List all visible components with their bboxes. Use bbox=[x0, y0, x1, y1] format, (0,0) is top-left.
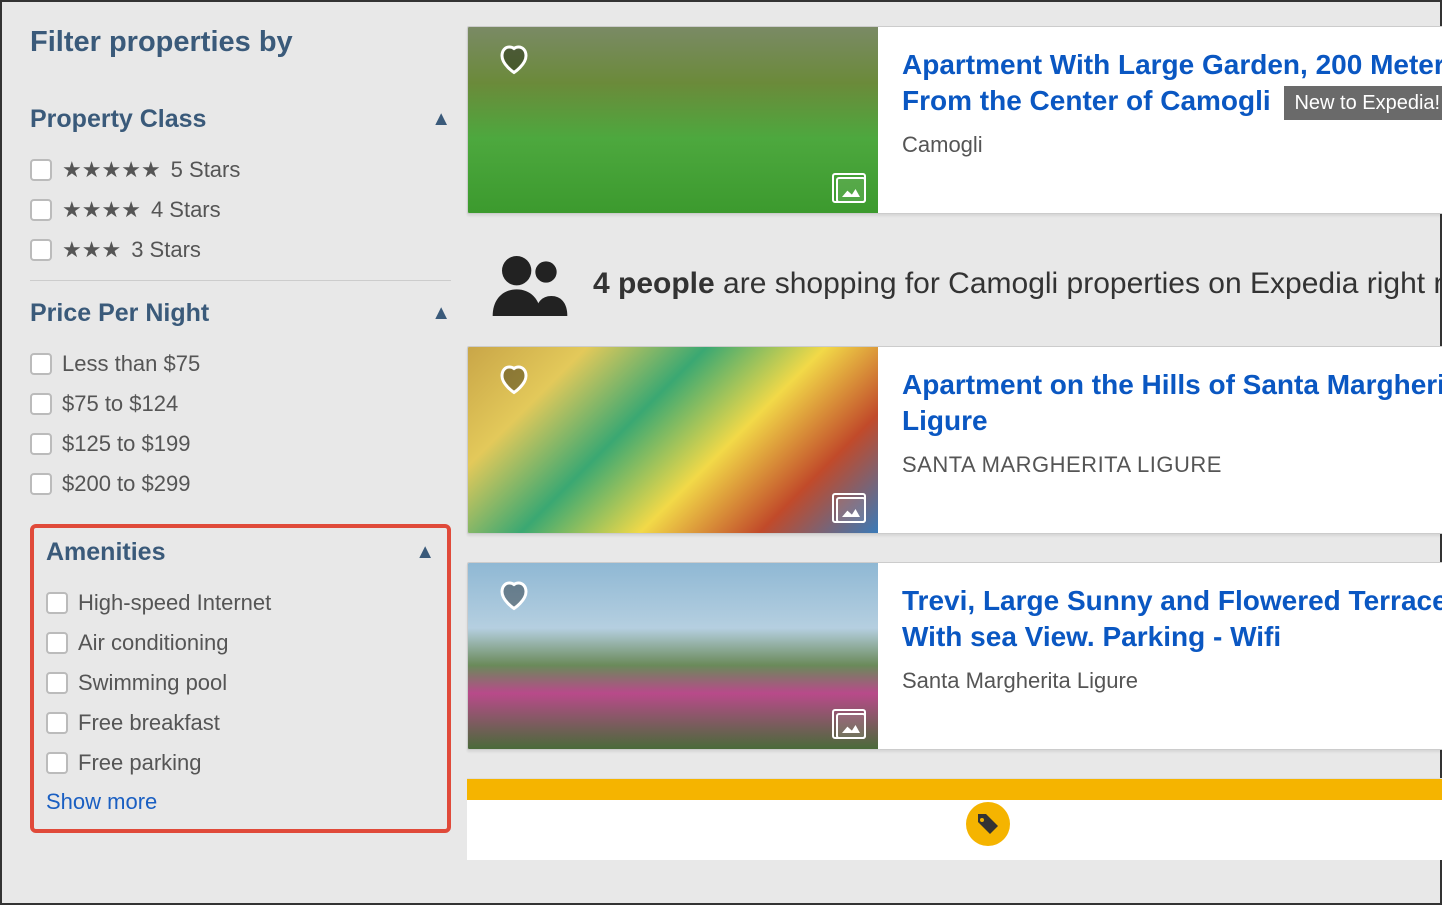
listing-body: Apartment With Large Garden, 200 Meters … bbox=[878, 27, 1442, 213]
price-option[interactable]: $200 to $299 bbox=[30, 464, 451, 504]
filter-heading: Filter properties by bbox=[30, 26, 451, 59]
promo-strip bbox=[467, 778, 1442, 800]
gallery-icon[interactable] bbox=[836, 713, 866, 739]
property-class-title: Property Class bbox=[30, 105, 206, 134]
favorite-heart-icon[interactable] bbox=[496, 577, 532, 618]
checkbox[interactable] bbox=[30, 393, 52, 415]
checkbox[interactable] bbox=[46, 712, 68, 734]
option-label: $75 to $124 bbox=[62, 391, 178, 417]
amenity-option[interactable]: Free breakfast bbox=[46, 703, 435, 743]
listing-title[interactable]: Apartment With Large Garden, 200 Meters … bbox=[902, 47, 1442, 120]
gallery-icon[interactable] bbox=[836, 177, 866, 203]
option-label: Free breakfast bbox=[78, 710, 220, 736]
listing-image[interactable] bbox=[468, 347, 878, 533]
checkbox[interactable] bbox=[46, 752, 68, 774]
shopping-banner: 4 people are shopping for Camogli proper… bbox=[467, 242, 1442, 346]
checkbox[interactable] bbox=[46, 632, 68, 654]
option-label: Less than $75 bbox=[62, 351, 200, 377]
price-tag-icon[interactable] bbox=[966, 802, 1010, 846]
results-main: Apartment With Large Garden, 200 Meters … bbox=[467, 2, 1442, 903]
price-options: Less than $75 $75 to $124 $125 to $199 $… bbox=[30, 344, 451, 504]
price-option[interactable]: Less than $75 bbox=[30, 344, 451, 384]
property-class-option[interactable]: ★★★★ 4 Stars bbox=[30, 190, 451, 230]
option-label: Swimming pool bbox=[78, 670, 227, 696]
listing-card[interactable]: Apartment on the Hills of Santa Margheri… bbox=[467, 346, 1442, 534]
amenity-option[interactable]: Free parking bbox=[46, 743, 435, 783]
star-icon: ★★★★ bbox=[62, 199, 141, 221]
star-icon: ★★★★★ bbox=[62, 159, 161, 181]
checkbox[interactable] bbox=[30, 473, 52, 495]
favorite-heart-icon[interactable] bbox=[496, 361, 532, 402]
listing-title[interactable]: Apartment on the Hills of Santa Margheri… bbox=[902, 367, 1442, 440]
checkbox[interactable] bbox=[30, 433, 52, 455]
checkbox[interactable] bbox=[30, 353, 52, 375]
chevron-up-icon: ▲ bbox=[431, 108, 451, 131]
option-label: $125 to $199 bbox=[62, 431, 190, 457]
option-label: 5 Stars bbox=[171, 157, 241, 183]
amenity-option[interactable]: Swimming pool bbox=[46, 663, 435, 703]
checkbox[interactable] bbox=[30, 239, 52, 261]
favorite-heart-icon[interactable] bbox=[496, 41, 532, 82]
people-icon bbox=[487, 252, 573, 316]
star-icon: ★★★ bbox=[62, 239, 121, 261]
listing-image[interactable] bbox=[468, 27, 878, 213]
price-group: Price Per Night ▲ Less than $75 $75 to $… bbox=[30, 280, 451, 514]
price-option[interactable]: $75 to $124 bbox=[30, 384, 451, 424]
checkbox[interactable] bbox=[30, 199, 52, 221]
amenity-option[interactable]: High-speed Internet bbox=[46, 583, 435, 623]
amenities-options: High-speed Internet Air conditioning Swi… bbox=[46, 583, 435, 783]
property-class-group: Property Class ▲ ★★★★★ 5 Stars ★★★★ 4 St… bbox=[30, 87, 451, 280]
chevron-up-icon: ▲ bbox=[415, 541, 435, 564]
amenity-option[interactable]: Air conditioning bbox=[46, 623, 435, 663]
listing-card[interactable]: Trevi, Large Sunny and Flowered Terrace … bbox=[467, 562, 1442, 750]
checkbox[interactable] bbox=[46, 592, 68, 614]
shopping-text: 4 people are shopping for Camogli proper… bbox=[593, 267, 1442, 301]
checkbox[interactable] bbox=[30, 159, 52, 181]
gallery-icon[interactable] bbox=[836, 497, 866, 523]
checkbox[interactable] bbox=[46, 672, 68, 694]
property-class-options: ★★★★★ 5 Stars ★★★★ 4 Stars ★★★ 3 Stars bbox=[30, 150, 451, 270]
chevron-up-icon: ▲ bbox=[431, 302, 451, 325]
listing-location: Camogli bbox=[902, 132, 1442, 158]
property-class-option[interactable]: ★★★★★ 5 Stars bbox=[30, 150, 451, 190]
show-more-link[interactable]: Show more bbox=[46, 789, 435, 815]
new-badge: New to Expedia! bbox=[1284, 86, 1442, 120]
listing-location: SANTA MARGHERITA LIGURE bbox=[902, 452, 1442, 478]
option-label: High-speed Internet bbox=[78, 590, 271, 616]
option-label: $200 to $299 bbox=[62, 471, 190, 497]
listing-body: Trevi, Large Sunny and Flowered Terrace … bbox=[878, 563, 1442, 749]
promo-body bbox=[467, 800, 1442, 860]
listing-title[interactable]: Trevi, Large Sunny and Flowered Terrace … bbox=[902, 583, 1442, 656]
amenities-header[interactable]: Amenities ▲ bbox=[46, 538, 435, 567]
property-class-header[interactable]: Property Class ▲ bbox=[30, 105, 451, 134]
option-label: 3 Stars bbox=[131, 237, 201, 263]
price-title: Price Per Night bbox=[30, 299, 209, 328]
filter-sidebar: Filter properties by Property Class ▲ ★★… bbox=[2, 2, 467, 903]
listing-image[interactable] bbox=[468, 563, 878, 749]
property-class-option[interactable]: ★★★ 3 Stars bbox=[30, 230, 451, 270]
listing-location: Santa Margherita Ligure bbox=[902, 668, 1442, 694]
option-label: Air conditioning bbox=[78, 630, 228, 656]
price-option[interactable]: $125 to $199 bbox=[30, 424, 451, 464]
listing-card[interactable]: Apartment With Large Garden, 200 Meters … bbox=[467, 26, 1442, 214]
listing-body: Apartment on the Hills of Santa Margheri… bbox=[878, 347, 1442, 533]
amenities-title: Amenities bbox=[46, 538, 165, 567]
option-label: Free parking bbox=[78, 750, 202, 776]
amenities-group: Amenities ▲ High-speed Internet Air cond… bbox=[30, 524, 451, 833]
option-label: 4 Stars bbox=[151, 197, 221, 223]
price-header[interactable]: Price Per Night ▲ bbox=[30, 299, 451, 328]
